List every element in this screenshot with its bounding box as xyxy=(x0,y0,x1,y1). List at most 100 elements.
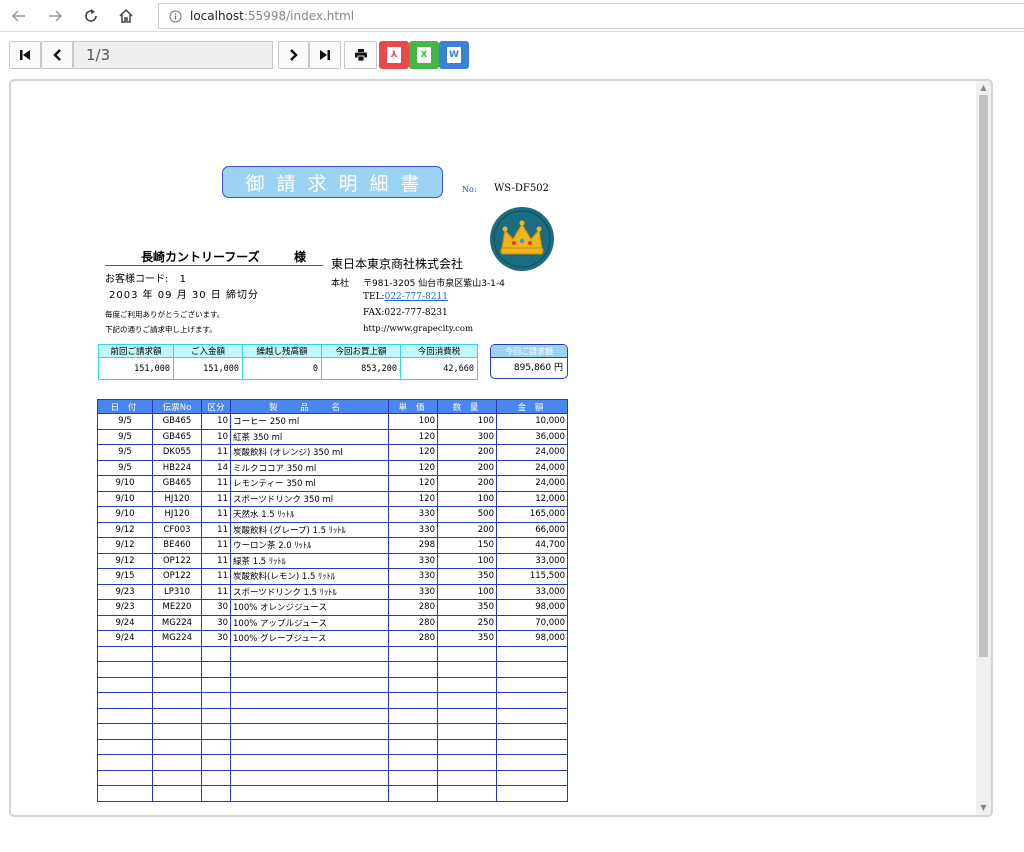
table-cell xyxy=(496,708,568,724)
table-cell xyxy=(437,708,497,724)
table-cell xyxy=(496,723,568,740)
table-cell: 200 xyxy=(437,460,497,476)
customer-name: 長崎カントリーフーズ xyxy=(141,250,260,264)
table-cell: 天然水 1.5 ﾘｯﾄﾙ xyxy=(230,506,389,523)
table-cell xyxy=(388,754,438,771)
company-fax: FAX:022-777-8231 xyxy=(363,308,448,318)
table-cell: 9/12 xyxy=(97,553,153,569)
next-page-button[interactable] xyxy=(278,41,309,69)
empty-table-row xyxy=(97,692,568,709)
reload-button[interactable] xyxy=(78,3,104,29)
table-row: 9/10 GB465 11 レモンティー 350 ml 120 200 24,000 xyxy=(97,475,568,492)
viewer-toolbar: 1/3 ⅄ X W xyxy=(0,33,1024,77)
table-cell: 100% オレンジジュース xyxy=(230,599,389,616)
last-page-icon xyxy=(320,50,330,60)
table-cell xyxy=(97,646,153,662)
scroll-down-icon[interactable]: ▼ xyxy=(978,803,989,813)
scroll-thumb[interactable] xyxy=(979,95,988,657)
table-cell: 9/5 xyxy=(97,413,153,430)
table-cell: HB224 xyxy=(152,460,202,476)
table-cell: レモンティー 350 ml xyxy=(230,475,389,492)
scroll-up-icon[interactable]: ▲ xyxy=(978,83,989,93)
table-cell: 120 xyxy=(388,475,438,492)
doc-no-label: No: xyxy=(462,185,477,194)
table-cell: 10,000 xyxy=(496,413,568,430)
vertical-scrollbar[interactable]: ▲ ▼ xyxy=(976,81,991,815)
word-icon: W xyxy=(447,47,461,63)
table-cell xyxy=(437,723,497,740)
table-cell xyxy=(388,708,438,724)
back-button[interactable] xyxy=(6,3,32,29)
tel-link[interactable]: 022-777-8211 xyxy=(385,292,448,302)
chevron-right-icon xyxy=(289,49,298,61)
table-cell xyxy=(496,739,568,755)
thanks-line-1: 毎度ご利用ありがとうございます。 xyxy=(105,310,225,319)
invoice-page: 御請求明細書 No: WS-DF502 長崎カントリーフーズ 様 お客様コード:… xyxy=(11,81,971,815)
table-row: 9/12 CF003 11 炭酸飲料 (グレープ) 1.5 ﾘｯﾄﾙ 330 200 66,… xyxy=(97,522,568,538)
table-cell: 165,000 xyxy=(496,506,568,523)
table-cell: 36,000 xyxy=(496,429,568,445)
table-cell: 350 xyxy=(437,630,497,647)
table-row: 9/24 MG224 30 100% グレープジュース 280 350 98,000 xyxy=(97,630,568,647)
home-button[interactable] xyxy=(113,3,139,29)
table-cell xyxy=(201,739,231,755)
table-cell: ME220 xyxy=(152,599,202,616)
table-cell: 11 xyxy=(201,506,231,523)
table-row: 9/5 DK055 11 炭酸飲料 (オレンジ) 350 ml 120 200 24,000 xyxy=(97,444,568,461)
table-cell: 9/23 xyxy=(97,599,153,616)
table-cell xyxy=(97,754,153,771)
print-button[interactable] xyxy=(344,41,377,69)
forward-button[interactable] xyxy=(42,3,68,29)
arrow-left-icon xyxy=(11,10,25,22)
table-cell: 100 xyxy=(437,491,497,507)
table-cell: HJ120 xyxy=(152,491,202,507)
report-viewer: 御請求明細書 No: WS-DF502 長崎カントリーフーズ 様 お客様コード:… xyxy=(9,79,993,817)
table-cell xyxy=(496,754,568,771)
export-excel-button[interactable]: X xyxy=(409,41,439,69)
empty-table-row xyxy=(97,677,568,693)
table-cell: 115,500 xyxy=(496,568,568,585)
table-cell: 9/24 xyxy=(97,630,153,647)
first-page-icon xyxy=(20,50,30,60)
table-cell: 330 xyxy=(388,506,438,523)
detail-header: 伝票No xyxy=(152,399,202,414)
honorific: 様 xyxy=(294,250,307,264)
summary-value: 0 xyxy=(242,357,322,380)
table-cell: 11 xyxy=(201,568,231,585)
page-number-input[interactable]: 1/3 xyxy=(73,41,273,69)
table-row: 9/24 MG224 30 100% アップルジュース 280 250 70,000 xyxy=(97,615,568,631)
table-cell: 24,000 xyxy=(496,444,568,461)
table-cell: 200 xyxy=(437,444,497,461)
address-label: 本社 xyxy=(331,279,350,289)
table-cell: 44,700 xyxy=(496,537,568,554)
export-word-button[interactable]: W xyxy=(439,41,469,69)
table-cell: 11 xyxy=(201,553,231,569)
table-cell: 120 xyxy=(388,491,438,507)
table-cell: 9/10 xyxy=(97,506,153,523)
table-cell: 350 xyxy=(437,568,497,585)
table-cell xyxy=(152,677,202,693)
empty-table-row xyxy=(97,723,568,740)
address-input[interactable]: localhost:55998/index.html xyxy=(158,3,1024,29)
table-cell: 9/5 xyxy=(97,429,153,445)
table-cell xyxy=(437,739,497,755)
table-cell xyxy=(201,677,231,693)
table-cell: 350 xyxy=(437,599,497,616)
billing-amount-box: 今回ご請求額 895,860 円 xyxy=(490,344,568,379)
table-cell xyxy=(388,770,438,786)
table-cell: 100% グレープジュース xyxy=(230,630,389,647)
last-page-button[interactable] xyxy=(309,41,341,69)
table-cell: 200 xyxy=(437,522,497,538)
table-cell xyxy=(230,770,389,786)
table-cell: 120 xyxy=(388,429,438,445)
previous-page-button[interactable] xyxy=(41,41,73,69)
table-row: 9/10 HJ120 11 スポーツドリンク 350 ml 120 100 12,000 xyxy=(97,491,568,507)
table-cell: 30 xyxy=(201,599,231,616)
export-pdf-button[interactable]: ⅄ xyxy=(379,41,409,69)
table-row: 9/5 HB224 14 ミルクココア 350 ml 120 200 24,000 xyxy=(97,460,568,476)
excel-icon: X xyxy=(417,47,431,63)
table-cell: LP310 xyxy=(152,584,202,600)
table-cell: 66,000 xyxy=(496,522,568,538)
table-cell: 300 xyxy=(437,429,497,445)
first-page-button[interactable] xyxy=(9,41,41,69)
